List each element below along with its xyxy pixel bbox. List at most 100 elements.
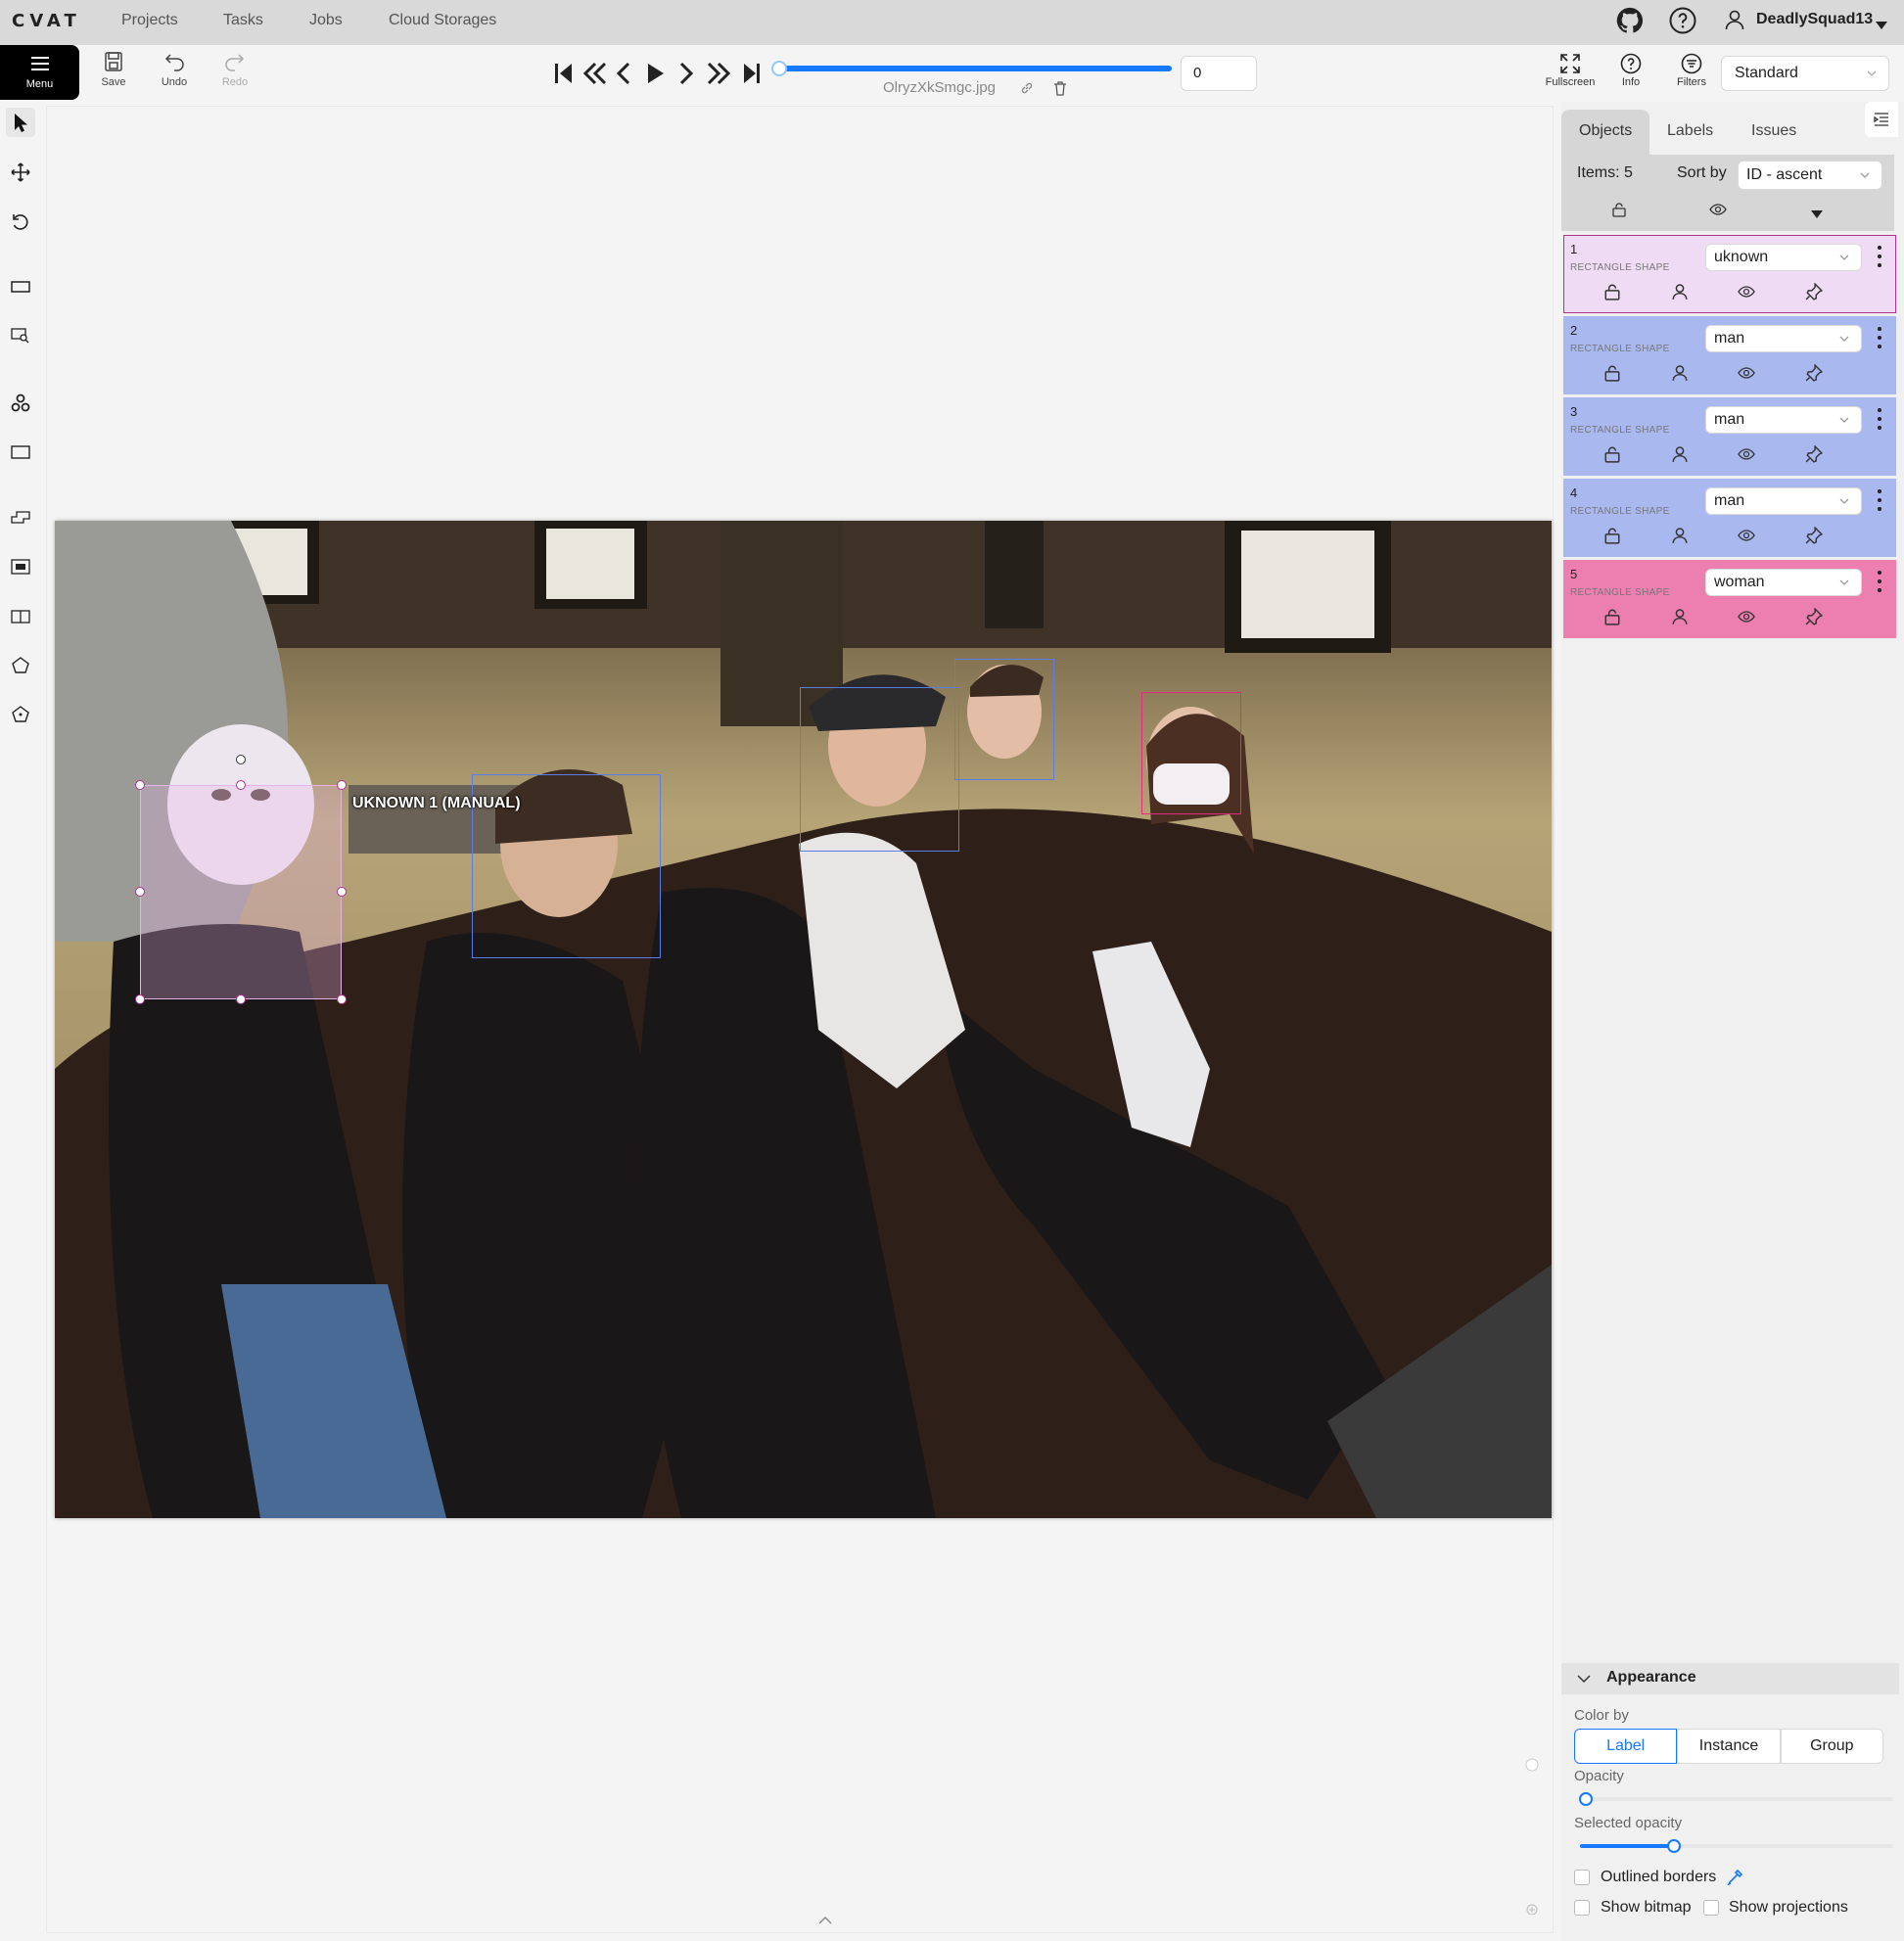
rotation-handle[interactable] [236,755,246,764]
outlined-borders-checkbox[interactable] [1574,1870,1590,1885]
github-icon[interactable] [1615,6,1645,35]
lock-icon[interactable] [1603,283,1621,300]
menu-button[interactable]: Menu [0,45,79,100]
nav-jobs[interactable]: Jobs [309,12,343,29]
show-projections-checkbox[interactable] [1703,1900,1719,1916]
nav-cloud-storages[interactable]: Cloud Storages [389,12,496,29]
move-tool-icon[interactable] [6,158,35,187]
rotate-tool-icon[interactable] [6,208,35,237]
openvino-ai-tools-icon[interactable] [6,389,35,418]
occluded-user-icon[interactable] [1671,364,1689,382]
object-label-select[interactable]: uknown [1705,244,1862,271]
draw-mask-icon[interactable] [6,552,35,581]
draw-polygon-icon[interactable] [6,503,35,532]
occluded-user-icon[interactable] [1671,445,1689,463]
object-card-2[interactable]: 2 RECTANGLE SHAPE man [1563,316,1896,394]
occluded-user-icon[interactable] [1671,608,1689,625]
tab-issues[interactable]: Issues [1734,110,1814,155]
sort-by-select[interactable]: ID - ascent [1738,161,1882,190]
save-button[interactable]: Save [88,51,139,88]
chevron-up-icon[interactable] [818,1913,832,1924]
bbox-5-woman[interactable] [1141,692,1241,814]
visibility-eye-icon[interactable] [1738,445,1755,463]
link-icon[interactable] [1020,81,1034,100]
color-by-instance-option[interactable]: Instance [1677,1729,1781,1764]
color-picker-icon[interactable] [1727,1868,1744,1890]
resize-handle-top-right[interactable] [337,780,347,790]
first-frame-icon[interactable] [555,64,572,83]
pin-icon[interactable] [1805,364,1823,382]
zoom-region-icon[interactable] [6,321,35,350]
next-frame-icon[interactable] [679,62,694,85]
color-by-label-option[interactable]: Label [1574,1729,1678,1764]
frame-number-input[interactable]: 0 [1181,56,1257,91]
nav-projects[interactable]: Projects [121,12,178,29]
pin-icon[interactable] [1805,445,1823,463]
object-card-5[interactable]: 5 RECTANGLE SHAPE woman [1563,560,1896,638]
object-card-1[interactable]: 1 RECTANGLE SHAPE uknown [1563,235,1896,313]
fit-image-icon[interactable] [6,272,35,301]
undo-button[interactable]: Undo [149,51,200,88]
resize-handle-left[interactable] [135,887,145,897]
fullscreen-button[interactable]: Fullscreen [1542,53,1599,88]
delete-frame-icon[interactable] [1053,81,1067,101]
tab-labels[interactable]: Labels [1649,110,1731,155]
lock-all-icon[interactable] [1611,202,1627,222]
caret-down-icon[interactable] [1876,17,1887,34]
visibility-eye-icon[interactable] [1738,608,1755,625]
jump-back-icon[interactable] [582,62,607,85]
resize-handle-top[interactable] [236,780,246,790]
bbox-3-man[interactable] [800,687,959,852]
workspace-select[interactable]: Standard [1721,56,1889,91]
more-options-icon[interactable] [1876,406,1883,432]
pin-icon[interactable] [1805,608,1823,625]
frame-slider-handle[interactable] [771,61,787,76]
pin-icon[interactable] [1805,283,1823,300]
lock-icon[interactable] [1603,445,1621,463]
visibility-eye-icon[interactable] [1738,527,1755,544]
bbox-1-uknown[interactable] [140,785,342,999]
nav-tasks[interactable]: Tasks [223,12,263,29]
visibility-eye-icon[interactable] [1738,283,1755,300]
object-label-select[interactable]: man [1705,487,1862,515]
more-options-icon[interactable] [1876,244,1883,269]
filters-button[interactable]: Filters [1663,53,1720,88]
selected-opacity-slider[interactable] [1580,1839,1893,1853]
pin-icon[interactable] [1805,527,1823,544]
selected-opacity-slider-handle[interactable] [1667,1839,1681,1853]
info-button[interactable]: Info [1602,53,1659,88]
resize-handle-bottom-left[interactable] [135,994,145,1004]
zoom-rail[interactable] [1525,1758,1539,1916]
resize-handle-right[interactable] [337,887,347,897]
play-icon[interactable] [648,64,664,83]
redo-button[interactable]: Redo [209,51,260,88]
show-bitmap-checkbox[interactable] [1574,1900,1590,1916]
bbox-4-man[interactable] [954,659,1054,780]
visibility-eye-icon[interactable] [1738,364,1755,382]
color-by-group-option[interactable]: Group [1780,1729,1883,1764]
more-options-icon[interactable] [1876,325,1883,350]
resize-handle-bottom-right[interactable] [337,994,347,1004]
user-icon[interactable] [1723,8,1752,37]
object-card-3[interactable]: 3 RECTANGLE SHAPE man [1563,397,1896,476]
annotated-photo[interactable] [55,521,1552,1518]
occluded-user-icon[interactable] [1671,283,1689,300]
draw-polyline-icon[interactable] [6,700,35,729]
jump-forward-icon[interactable] [707,62,731,85]
resize-handle-top-left[interactable] [135,780,145,790]
more-options-icon[interactable] [1876,569,1883,594]
object-label-select[interactable]: woman [1705,569,1862,596]
sidebar-collapse-button[interactable] [1865,102,1898,137]
expand-all-icon[interactable] [1811,206,1823,223]
draw-rectangle-icon[interactable] [6,438,35,467]
cursor-tool-icon[interactable] [6,108,35,137]
previous-frame-icon[interactable] [616,62,630,85]
cvat-logo[interactable]: CVAT [12,11,81,31]
object-card-4[interactable]: 4 RECTANGLE SHAPE man [1563,479,1896,557]
lock-icon[interactable] [1603,527,1621,544]
occluded-user-icon[interactable] [1671,527,1689,544]
appearance-header[interactable]: Appearance [1561,1663,1899,1694]
opacity-slider[interactable] [1579,1792,1893,1806]
object-label-select[interactable]: man [1705,325,1862,352]
lock-icon[interactable] [1603,364,1621,382]
